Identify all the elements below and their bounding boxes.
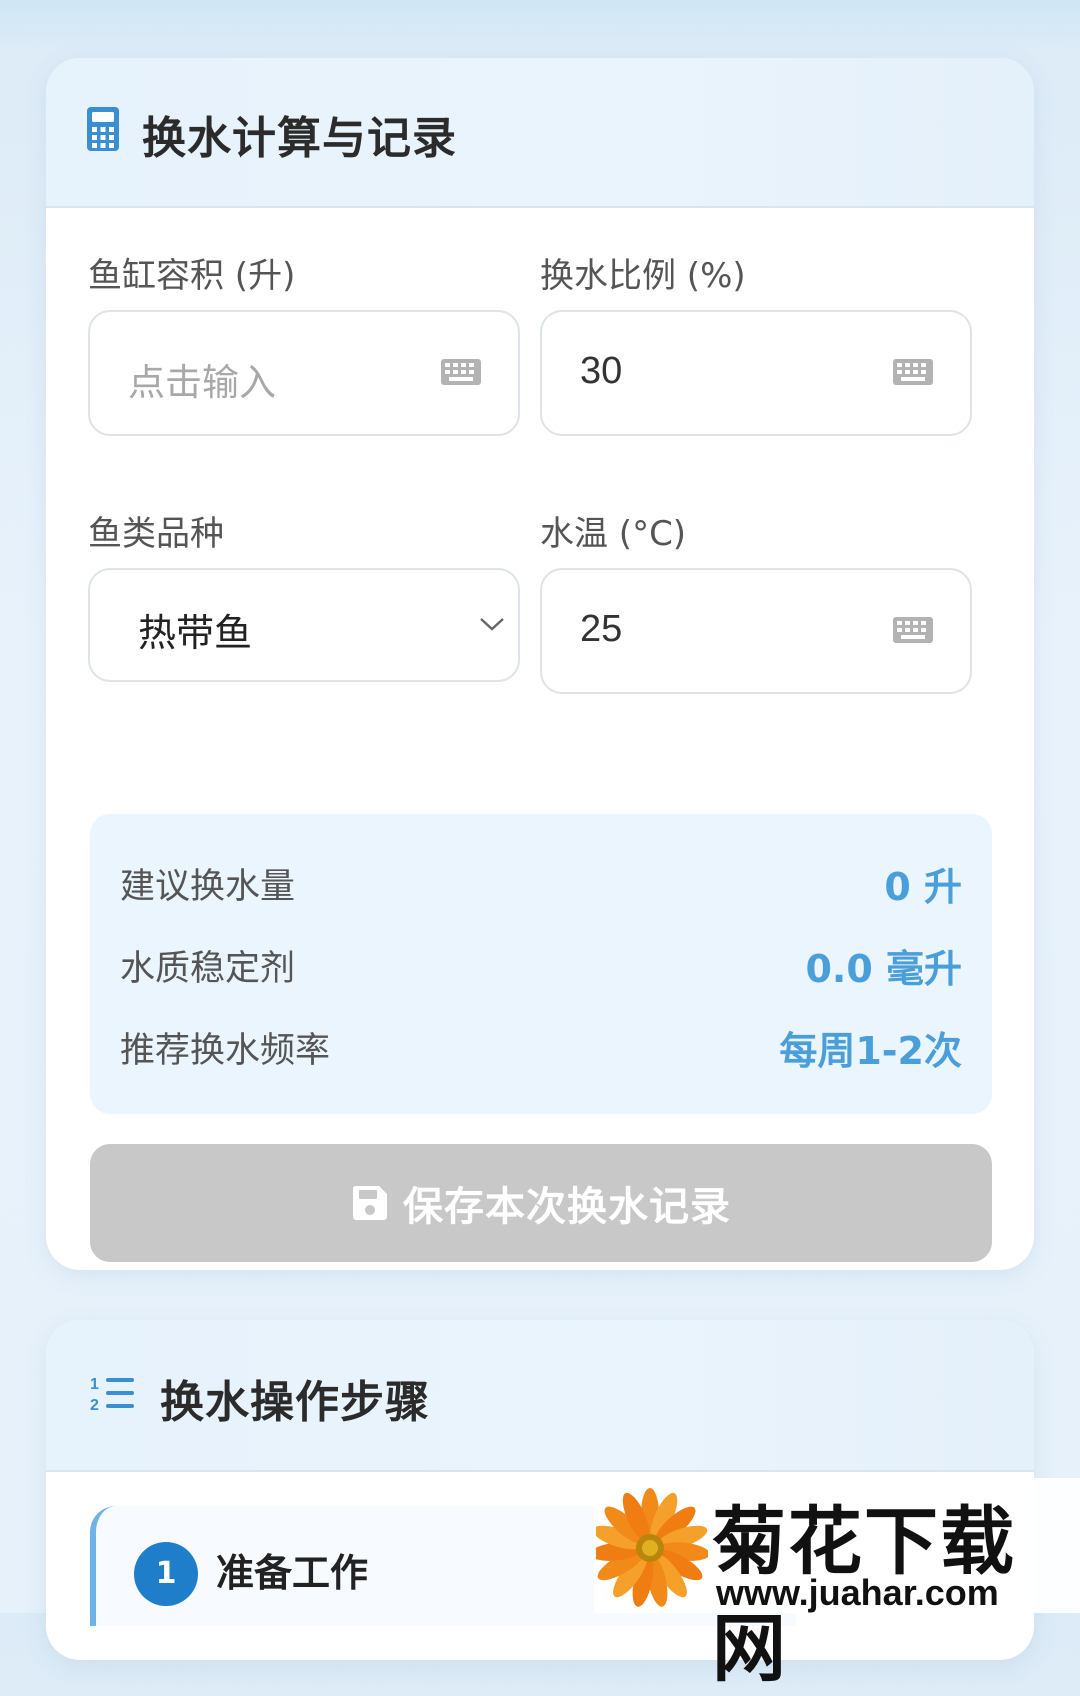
calculator-icon <box>87 107 119 151</box>
watermark: 菊花下载网 www.juahar.com <box>594 1478 1080 1692</box>
fish-type-select[interactable]: 热带鱼 <box>88 568 520 682</box>
step-number: 1 <box>134 1542 198 1606</box>
save-button-content: 保存本次换水记录 <box>90 1144 992 1262</box>
tank-volume-label: 鱼缸容积 (升) <box>88 256 296 296</box>
numbered-list-icon: 1 2 <box>90 1376 134 1414</box>
keyboard-icon <box>893 617 933 643</box>
change-ratio-label: 换水比例 (%) <box>540 256 746 296</box>
fish-type-label: 鱼类品种 <box>88 514 224 554</box>
result-panel: 建议换水量 0 升 水质稳定剂 0.0 毫升 推荐换水频率 每周1-2次 <box>90 814 992 1114</box>
save-button-label: 保存本次换水记录 <box>403 1184 731 1230</box>
chevron-down-icon <box>480 618 504 631</box>
change-ratio-value: 30 <box>580 350 623 392</box>
result-label: 推荐换水频率 <box>120 1031 331 1071</box>
calc-card-header: 换水计算与记录 <box>46 58 1034 208</box>
calc-card-title: 换水计算与记录 <box>142 113 457 164</box>
result-value: 0 升 <box>884 865 962 909</box>
result-value: 每周1-2次 <box>779 1029 962 1073</box>
fish-type-value: 热带鱼 <box>138 611 253 655</box>
calc-card: 换水计算与记录 鱼缸容积 (升) 点击输入 换水比例 (%) 30 鱼类品种 热… <box>46 58 1034 1270</box>
svg-text:1: 1 <box>90 1376 99 1393</box>
svg-text:2: 2 <box>90 1397 99 1414</box>
result-value: 0.0 毫升 <box>805 947 962 991</box>
keyboard-icon <box>893 359 933 385</box>
water-temp-value: 25 <box>580 608 623 650</box>
floppy-disk-icon <box>352 1186 387 1220</box>
water-temp-label: 水温 (°C) <box>540 514 687 554</box>
tank-volume-input[interactable]: 点击输入 <box>88 310 520 436</box>
water-temp-input[interactable]: 25 <box>540 568 972 694</box>
change-ratio-input[interactable]: 30 <box>540 310 972 436</box>
steps-card-title: 换水操作步骤 <box>160 1377 430 1428</box>
tank-volume-placeholder: 点击输入 <box>128 361 276 404</box>
flower-logo-icon <box>596 1488 708 1607</box>
watermark-url: www.juahar.com <box>716 1572 999 1613</box>
save-record-button[interactable]: 保存本次换水记录 <box>90 1144 992 1262</box>
status-area <box>0 0 1080 48</box>
result-label: 建议换水量 <box>120 867 296 907</box>
result-label: 水质稳定剂 <box>120 949 296 989</box>
keyboard-icon <box>441 359 481 385</box>
steps-card-header: 1 2 换水操作步骤 <box>46 1320 1034 1472</box>
step-title: 准备工作 <box>216 1551 369 1595</box>
